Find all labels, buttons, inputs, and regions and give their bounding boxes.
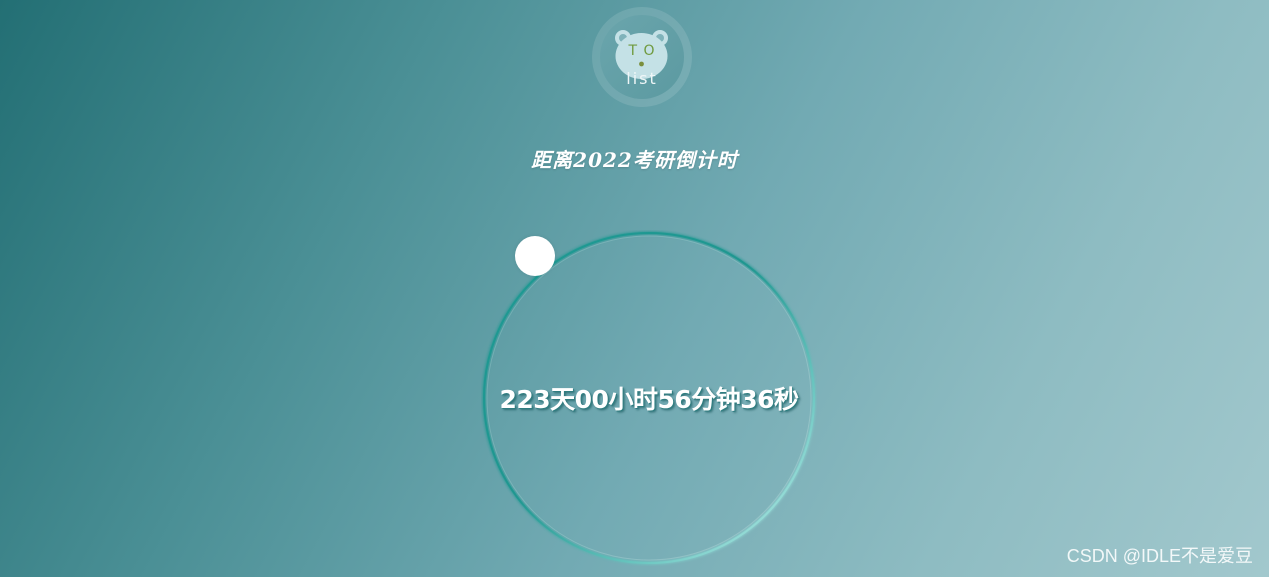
countdown-display: 223天00小时56分钟36秒 — [499, 385, 799, 414]
watermark: CSDN @IDLE不是爱豆 — [1066, 546, 1253, 566]
progress-handle-icon[interactable] — [515, 236, 555, 276]
logo: T O list — [592, 7, 692, 107]
countdown-title: 距离2022考研倒计时 — [531, 148, 738, 172]
logo-text-bottom: list — [626, 69, 658, 88]
logo-text-top: T O — [628, 43, 656, 59]
